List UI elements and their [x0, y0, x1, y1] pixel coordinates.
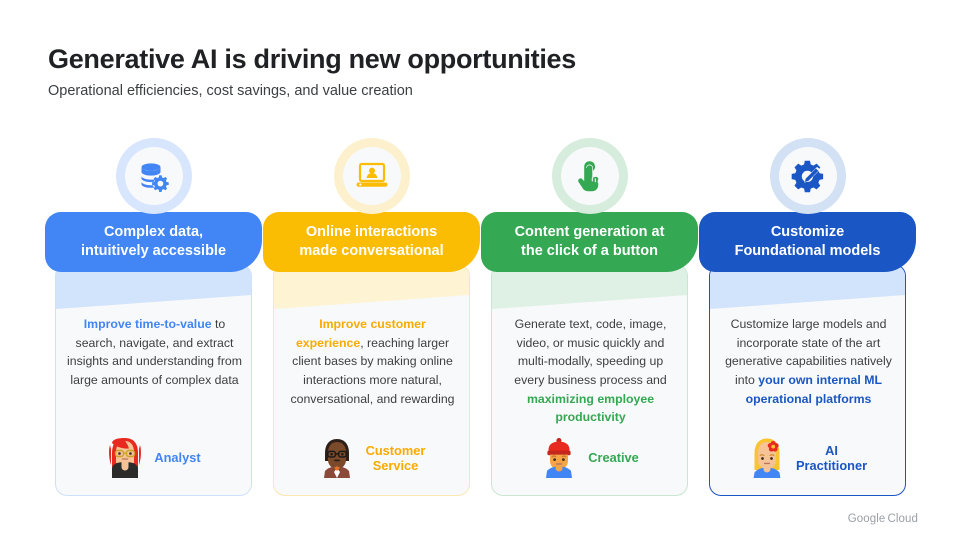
card-persona-name-line1: Creative — [588, 450, 639, 466]
logo-word-google: Google — [847, 513, 886, 525]
card-online-interactions[interactable]: Online interactions made conversational Im… — [263, 138, 480, 496]
google-cloud-logo: Google Cloud — [848, 513, 918, 525]
card-description-segment: your own internal ML operational platfor… — [745, 373, 882, 406]
card-description: Improve customer experience, reaching la… — [284, 315, 461, 408]
card-icon-badge — [115, 138, 192, 214]
card-persona: AI Practitioner — [710, 437, 905, 479]
person-red-beanie-avatar — [540, 437, 578, 479]
card-persona: Customer Service — [274, 437, 469, 479]
card-header-line1: Online interactions — [305, 224, 438, 241]
card-header: Online interactions made conversational — [263, 212, 480, 272]
card-header-text: Customize Foundational models — [735, 223, 881, 260]
card-body: Generate text, code, image, video, or mu… — [491, 264, 688, 496]
card-persona-name: AI Practitioner — [796, 443, 867, 474]
tap-hand-icon — [560, 147, 619, 205]
card-header-line2: intuitively accessible — [80, 243, 227, 259]
card-header-line2: Foundational models — [734, 243, 881, 259]
card-header-line1: Complex data, — [103, 224, 204, 241]
card-header-text: Content generation at the click of a butt… — [515, 223, 665, 260]
card-content-generation[interactable]: Content generation at the click of a butt… — [481, 138, 698, 496]
card-description: Improve time-to-value to search, navigat… — [66, 315, 243, 390]
card-description: Generate text, code, image, video, or mu… — [502, 315, 679, 427]
card-description-segment: maximizing employee productivity — [526, 391, 655, 425]
card-persona-name: Analyst — [154, 450, 200, 465]
card-persona-name-line1: Analyst — [154, 450, 201, 466]
card-icon-badge — [333, 138, 410, 214]
card-persona-name: Customer Service — [366, 443, 426, 474]
card-header: Customize Foundational models — [699, 212, 916, 272]
card-header-line1: Customize — [770, 224, 845, 241]
database-gear-icon — [124, 147, 183, 205]
card-icon-badge — [769, 138, 846, 214]
card-row: Complex data, intuitively accessible Impro… — [0, 0, 960, 540]
woman-blonde-flower-avatar — [748, 437, 786, 479]
card-persona-name-line1: AI — [825, 442, 838, 458]
card-customize-foundational-models[interactable]: Customize Foundational models Customize la… — [699, 138, 916, 496]
card-complex-data[interactable]: Complex data, intuitively accessible Impro… — [45, 138, 262, 496]
card-persona-name-line2: Practitioner — [795, 458, 868, 473]
card-description: Customize large models and incorporate s… — [720, 315, 897, 408]
card-persona-name-line2: Service — [372, 458, 419, 473]
card-description-segment: Improve time-to-value — [83, 317, 212, 331]
card-body: Customize large models and incorporate s… — [709, 264, 906, 496]
gear-pencil-icon — [778, 147, 837, 205]
laptop-person-icon — [342, 147, 401, 205]
card-header: Complex data, intuitively accessible — [45, 212, 262, 272]
card-persona: Analyst — [56, 437, 251, 479]
card-header-line2: made conversational — [299, 243, 444, 259]
card-persona-name: Creative — [588, 450, 639, 465]
card-header-line2: the click of a button — [521, 243, 658, 259]
card-header-text: Complex data, intuitively accessible — [81, 223, 226, 260]
woman-red-hair-glasses-avatar — [106, 437, 144, 479]
slide-root: Generative AI is driving new opportuniti… — [0, 0, 960, 540]
card-icon-badge — [551, 138, 628, 214]
card-header: Content generation at the click of a butt… — [481, 212, 698, 272]
card-persona-name-line1: Customer — [365, 442, 426, 458]
card-header-line1: Content generation at — [514, 224, 665, 241]
card-persona: Creative — [492, 437, 687, 479]
logo-word-cloud: Cloud — [887, 513, 918, 525]
man-dark-skin-glasses-avatar — [318, 437, 356, 479]
card-body: Improve time-to-value to search, navigat… — [55, 264, 252, 496]
card-description-segment: Generate text, code, image, video, or mu… — [514, 317, 667, 388]
card-body: Improve customer experience, reaching la… — [273, 264, 470, 496]
card-header-text: Online interactions made conversational — [299, 223, 443, 260]
